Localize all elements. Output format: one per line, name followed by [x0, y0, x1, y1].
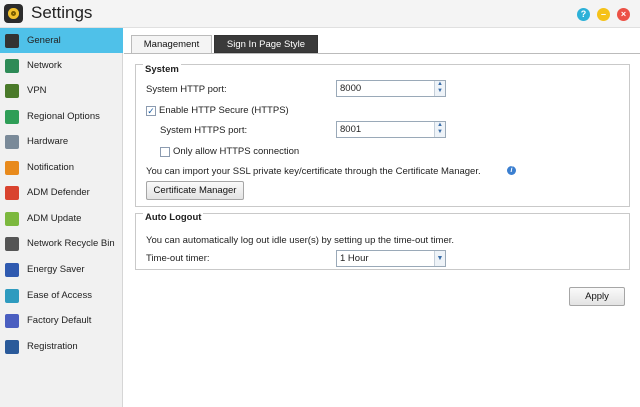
sidebar-item-label: Network Recycle Bin [27, 238, 115, 249]
undo-icon [5, 313, 19, 328]
update-arrow-icon [5, 211, 19, 226]
map-icon [5, 109, 19, 124]
tab-management[interactable]: Management [131, 35, 212, 53]
sidebar-item-notification[interactable]: Notification [0, 155, 123, 180]
http-port-spinner[interactable]: 8000 ▲ ▼ [336, 80, 446, 97]
system-legend: System [143, 64, 181, 75]
sidebar-item-label: Energy Saver [27, 264, 85, 275]
spinner-arrows[interactable]: ▲ ▼ [434, 122, 445, 137]
wrench-icon [5, 134, 19, 149]
sidebar-item-energy-saver[interactable]: Energy Saver [0, 257, 123, 282]
sidebar-item-label: Ease of Access [27, 290, 92, 301]
ssl-info-text: You can import your SSL private key/cert… [146, 166, 481, 177]
sidebar-item-label: ADM Defender [27, 187, 90, 198]
http-port-value: 8000 [340, 83, 362, 94]
only-https-label: Only allow HTTPS connection [173, 146, 300, 157]
spinner-up-icon[interactable]: ▲ [435, 122, 445, 129]
info-icon[interactable]: i [507, 166, 516, 175]
chevron-down-icon[interactable]: ▼ [434, 251, 445, 266]
help-button[interactable]: ? [577, 8, 590, 21]
timeout-timer-label: Time-out timer: [146, 253, 210, 264]
auto-logout-legend: Auto Logout [143, 212, 204, 223]
spinner-down-icon[interactable]: ▼ [435, 88, 445, 95]
auto-logout-description: You can automatically log out idle user(… [146, 235, 455, 246]
sidebar-item-factory-default[interactable]: Factory Default [0, 308, 123, 333]
sidebar-item-adm-defender[interactable]: ADM Defender [0, 180, 123, 205]
trash-icon [5, 236, 19, 251]
sidebar: General Network VPN Regional Options Har… [0, 28, 123, 407]
minimize-button[interactable]: – [597, 8, 610, 21]
cloud-icon [5, 288, 19, 303]
timeout-timer-select[interactable]: 1 Hour ▼ [336, 250, 446, 267]
only-https-checkbox[interactable] [160, 147, 170, 157]
globe-icon [5, 58, 19, 73]
sidebar-item-label: Regional Options [27, 111, 100, 122]
sidebar-item-registration[interactable]: Registration [0, 334, 123, 359]
sidebar-item-adm-update[interactable]: ADM Update [0, 206, 123, 231]
sidebar-item-label: Network [27, 60, 62, 71]
sidebar-item-general[interactable]: General [0, 28, 123, 53]
sidebar-item-network[interactable]: Network [0, 53, 123, 78]
sidebar-item-label: ADM Update [27, 213, 82, 224]
sidebar-item-ease-of-access[interactable]: Ease of Access [0, 283, 123, 308]
settings-app-icon [4, 4, 23, 23]
timeout-timer-value: 1 Hour [340, 253, 369, 264]
sidebar-item-vpn[interactable]: VPN [0, 78, 123, 103]
https-port-label: System HTTPS port: [160, 125, 248, 136]
https-port-value: 8001 [340, 124, 362, 135]
sidebar-item-label: Hardware [27, 136, 69, 147]
http-port-label: System HTTP port: [146, 84, 227, 95]
apply-button[interactable]: Apply [569, 287, 625, 306]
app-title: Settings [31, 3, 93, 22]
sidebar-item-hardware[interactable]: Hardware [0, 129, 123, 154]
general-icon [5, 33, 19, 48]
enable-https-checkbox[interactable]: ✓ [146, 106, 156, 116]
spinner-up-icon[interactable]: ▲ [435, 81, 445, 88]
https-port-spinner[interactable]: 8001 ▲ ▼ [336, 121, 446, 138]
spinner-arrows[interactable]: ▲ ▼ [434, 81, 445, 96]
sidebar-item-label: General [27, 35, 61, 46]
certificate-manager-button[interactable]: Certificate Manager [146, 181, 244, 200]
tab-sign-in-page-style[interactable]: Sign In Page Style [214, 35, 318, 53]
title-bar: Settings ? – × [0, 0, 640, 28]
sidebar-item-label: Factory Default [27, 315, 92, 326]
spinner-down-icon[interactable]: ▼ [435, 129, 445, 136]
close-button[interactable]: × [617, 8, 630, 21]
alert-icon [5, 160, 19, 175]
sidebar-item-label: Notification [27, 162, 74, 173]
sidebar-item-regional-options[interactable]: Regional Options [0, 104, 123, 129]
sidebar-item-network-recycle-bin[interactable]: Network Recycle Bin [0, 231, 123, 256]
sidebar-item-label: Registration [27, 341, 78, 352]
sidebar-item-label: VPN [27, 85, 47, 96]
shield-icon [5, 185, 19, 200]
enable-https-label: Enable HTTP Secure (HTTPS) [159, 105, 289, 116]
vpn-icon [5, 83, 19, 98]
registration-icon [5, 339, 19, 354]
energy-icon [5, 262, 19, 277]
